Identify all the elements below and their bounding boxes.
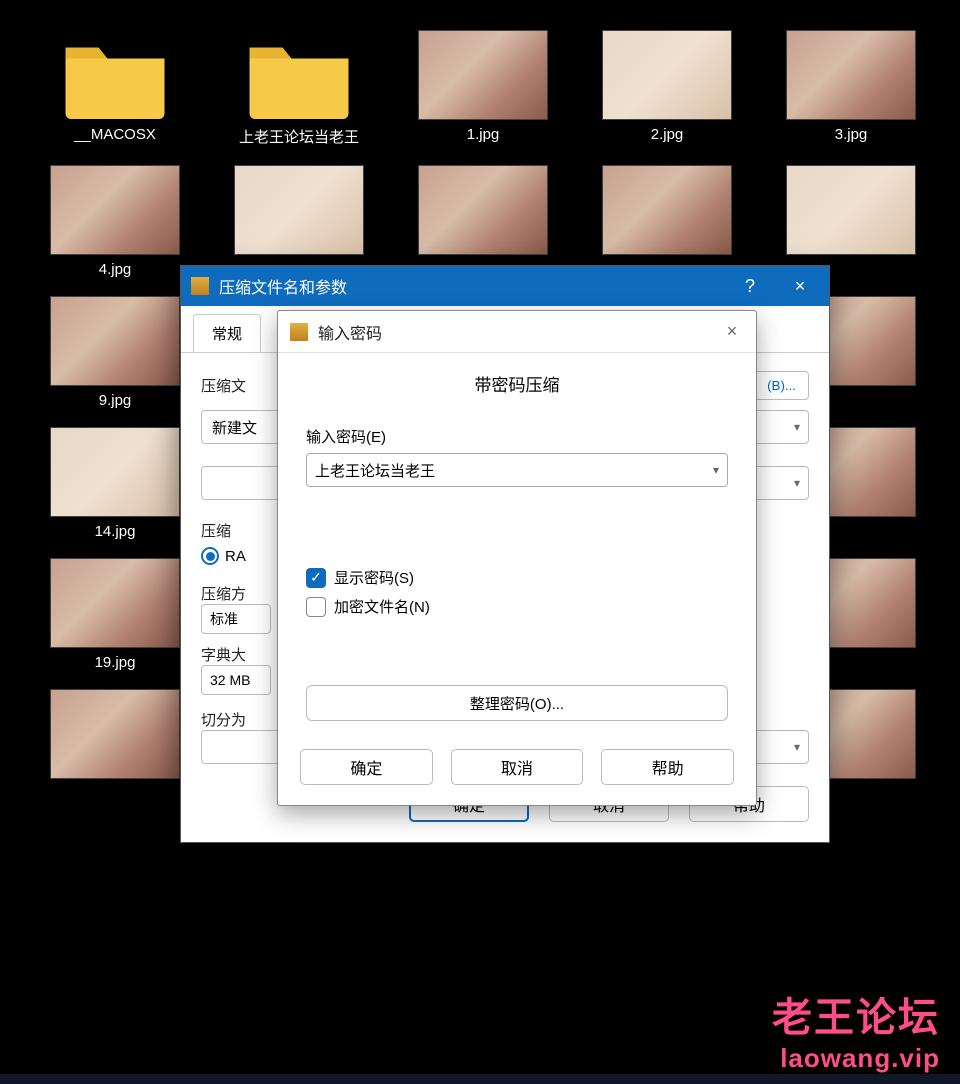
help-button[interactable]: 帮助 — [601, 749, 734, 785]
image-thumbnail — [50, 689, 180, 779]
image-thumbnail — [602, 165, 732, 255]
password-field-label: 输入密码(E) — [306, 426, 728, 447]
taskbar — [0, 1074, 960, 1084]
image-file-item[interactable]: 14.jpg — [30, 427, 200, 540]
chevron-down-icon: ▾ — [794, 740, 800, 754]
image-file-item[interactable]: 3.jpg — [766, 30, 936, 147]
password-dialog-titlebar[interactable]: 输入密码 × — [278, 311, 756, 353]
image-thumbnail — [50, 427, 180, 517]
image-file-item[interactable]: 1.jpg — [398, 30, 568, 147]
file-label: 4.jpg — [99, 261, 132, 278]
browse-button[interactable]: (B)... — [754, 371, 809, 400]
file-label: __MACOSX — [74, 126, 156, 143]
method-value: 标准 — [210, 609, 238, 629]
archive-dialog-titlebar[interactable]: 压缩文件名和参数 ? × — [181, 266, 829, 306]
watermark-line2: laowang.vip — [772, 1043, 940, 1074]
image-file-item[interactable] — [214, 165, 384, 278]
watermark: 老王论坛 laowang.vip — [772, 985, 940, 1074]
close-button[interactable]: × — [716, 316, 748, 348]
ok-button[interactable]: 确定 — [300, 749, 433, 785]
password-dialog-buttons: 确定 取消 帮助 — [278, 735, 756, 805]
show-password-checkbox[interactable]: ✓ 显示密码(S) — [306, 567, 728, 588]
file-label: 2.jpg — [651, 126, 684, 143]
password-value: 上老王论坛当老王 — [315, 460, 713, 481]
image-thumbnail — [786, 30, 916, 120]
image-thumbnail — [50, 165, 180, 255]
image-file-item[interactable]: 19.jpg — [30, 558, 200, 671]
manage-passwords-button[interactable]: 整理密码(O)... — [306, 685, 728, 721]
image-thumbnail — [50, 558, 180, 648]
file-label: 上老王论坛当老王 — [239, 126, 359, 147]
file-label: 9.jpg — [99, 392, 132, 409]
browse-label-suffix: (B)... — [767, 378, 796, 393]
image-file-item[interactable]: 9.jpg — [30, 296, 200, 409]
chevron-down-icon: ▾ — [794, 476, 800, 490]
encrypt-names-checkbox[interactable]: 加密文件名(N) — [306, 596, 728, 617]
file-label: 1.jpg — [467, 126, 500, 143]
encrypt-names-label: 加密文件名(N) — [334, 596, 430, 617]
watermark-line1: 老王论坛 — [772, 985, 940, 1043]
radio-rar-label: RA — [225, 548, 246, 565]
password-dialog-title: 输入密码 — [318, 320, 716, 344]
radio-icon — [201, 547, 219, 565]
archive-name-value: 新建文 — [212, 417, 257, 438]
image-file-item[interactable] — [582, 165, 752, 278]
file-label: 19.jpg — [95, 654, 136, 671]
checkbox-icon — [306, 597, 326, 617]
winrar-icon — [191, 277, 209, 295]
method-select[interactable]: 标准 — [201, 604, 271, 634]
password-dialog: 输入密码 × 带密码压缩 输入密码(E) 上老王论坛当老王 ▾ ✓ 显示密码(S… — [277, 310, 757, 806]
image-file-item[interactable] — [30, 689, 200, 785]
help-button[interactable]: ? — [725, 266, 775, 306]
image-file-item[interactable] — [398, 165, 568, 278]
show-password-label: 显示密码(S) — [334, 567, 414, 588]
image-thumbnail — [418, 30, 548, 120]
password-input[interactable]: 上老王论坛当老王 ▾ — [306, 453, 728, 487]
password-dialog-body: 带密码压缩 输入密码(E) 上老王论坛当老王 ▾ ✓ 显示密码(S) 加密文件名… — [278, 353, 756, 735]
image-file-item[interactable]: 4.jpg — [30, 165, 200, 278]
dict-value: 32 MB — [210, 672, 250, 688]
folder-item[interactable]: 上老王论坛当老王 — [214, 30, 384, 147]
image-thumbnail — [234, 165, 364, 255]
password-heading: 带密码压缩 — [306, 371, 728, 396]
dict-select[interactable]: 32 MB — [201, 665, 271, 695]
archive-name-label: 压缩文 — [201, 375, 246, 396]
image-thumbnail — [418, 165, 548, 255]
image-thumbnail — [602, 30, 732, 120]
checkbox-icon: ✓ — [306, 568, 326, 588]
archive-dialog-title: 压缩文件名和参数 — [219, 274, 725, 298]
cancel-button[interactable]: 取消 — [451, 749, 584, 785]
tab-general[interactable]: 常规 — [193, 314, 261, 352]
image-file-item[interactable] — [766, 165, 936, 278]
folder-item[interactable]: __MACOSX — [30, 30, 200, 147]
file-label: 3.jpg — [835, 126, 868, 143]
image-thumbnail — [786, 165, 916, 255]
winrar-icon — [290, 323, 308, 341]
file-label: 14.jpg — [95, 523, 136, 540]
chevron-down-icon: ▾ — [794, 420, 800, 434]
image-file-item[interactable]: 2.jpg — [582, 30, 752, 147]
chevron-down-icon: ▾ — [713, 463, 719, 477]
image-thumbnail — [50, 296, 180, 386]
close-button[interactable]: × — [775, 266, 825, 306]
